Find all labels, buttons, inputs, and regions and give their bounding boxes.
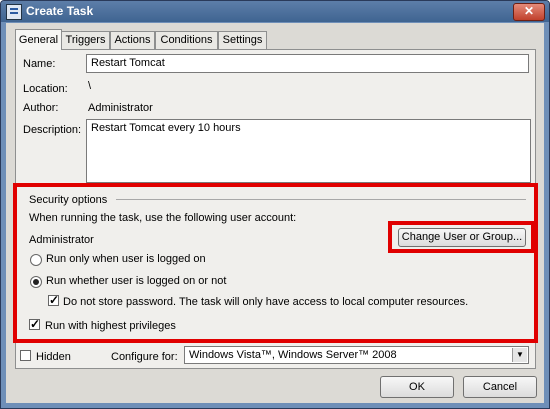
hidden-label: Hidden bbox=[36, 351, 71, 363]
description-field[interactable]: Restart Tomcat every 10 hours bbox=[86, 119, 531, 183]
tab-settings[interactable]: Settings bbox=[218, 31, 267, 49]
configure-for-value: Windows Vista™, Windows Server™ 2008 bbox=[189, 349, 397, 361]
author-value: Administrator bbox=[88, 102, 153, 114]
task-icon bbox=[6, 4, 22, 20]
tab-triggers[interactable]: Triggers bbox=[61, 31, 110, 49]
run-only-logged-on-radio[interactable] bbox=[30, 254, 42, 266]
cancel-button[interactable]: Cancel bbox=[463, 376, 537, 398]
security-options-group-label: Security options bbox=[29, 194, 112, 206]
highest-privileges-checkbox[interactable] bbox=[29, 317, 40, 331]
close-button[interactable]: ✕ bbox=[513, 3, 545, 21]
create-task-window: Create Task ✕ General Triggers Actions C… bbox=[0, 0, 550, 409]
run-only-logged-on-label: Run only when user is logged on bbox=[46, 253, 206, 265]
tab-general[interactable]: General bbox=[15, 29, 62, 50]
do-not-store-password-label: Do not store password. The task will onl… bbox=[63, 296, 469, 308]
chevron-down-icon[interactable]: ▼ bbox=[512, 348, 527, 362]
author-label: Author: bbox=[23, 102, 59, 114]
description-label: Description: bbox=[23, 124, 82, 136]
run-whether-logged-on-radio[interactable] bbox=[30, 276, 42, 288]
run-whether-logged-on-label: Run whether user is logged on or not bbox=[46, 275, 227, 287]
close-icon: ✕ bbox=[523, 4, 535, 18]
location-value: \ bbox=[88, 80, 92, 92]
ok-button[interactable]: OK bbox=[380, 376, 454, 398]
tab-conditions[interactable]: Conditions bbox=[155, 31, 218, 49]
dialog-client: General Triggers Actions Conditions Sett… bbox=[6, 23, 544, 403]
name-label: Name: bbox=[23, 58, 56, 70]
account-prompt: When running the task, use the following… bbox=[29, 212, 297, 224]
configure-for-label: Configure for: bbox=[111, 351, 178, 363]
name-field[interactable]: Restart Tomcat bbox=[86, 54, 529, 73]
window-title: Create Task bbox=[26, 4, 94, 18]
configure-for-select[interactable]: Windows Vista™, Windows Server™ 2008 ▼ bbox=[184, 346, 529, 364]
title-bar: Create Task ✕ bbox=[1, 1, 549, 22]
location-label: Location: bbox=[23, 83, 68, 95]
change-user-button[interactable]: Change User or Group... bbox=[398, 228, 526, 247]
highest-privileges-label: Run with highest privileges bbox=[45, 320, 176, 332]
do-not-store-password-checkbox[interactable] bbox=[48, 293, 59, 307]
account-value: Administrator bbox=[29, 234, 94, 246]
hidden-checkbox[interactable] bbox=[20, 350, 31, 361]
group-divider bbox=[116, 199, 526, 200]
tab-actions[interactable]: Actions bbox=[110, 31, 155, 49]
